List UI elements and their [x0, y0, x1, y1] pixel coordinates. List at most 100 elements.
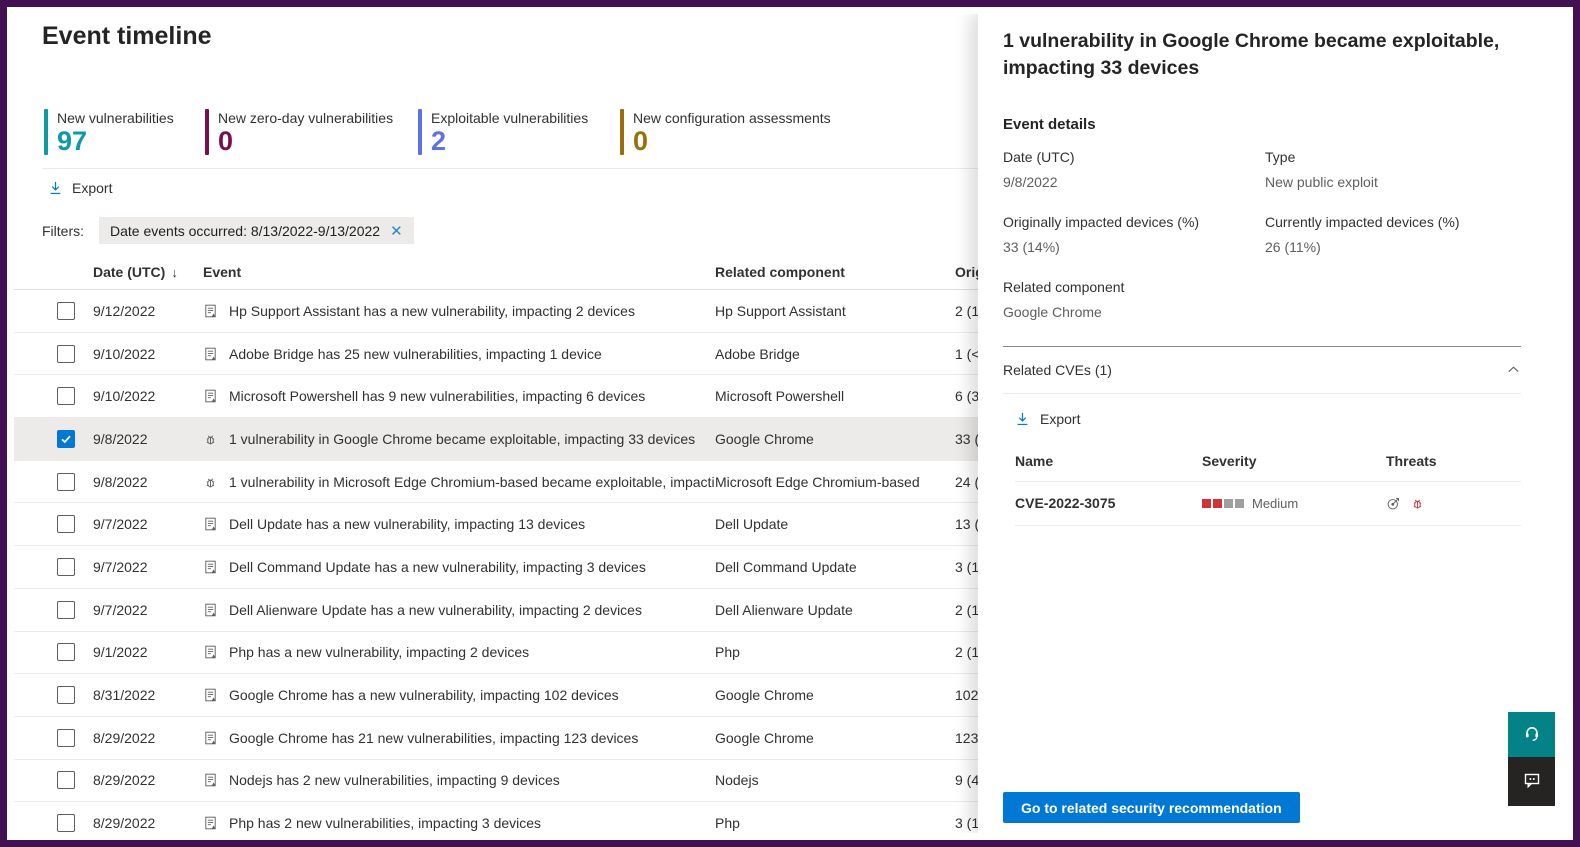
row-checkbox[interactable] — [57, 302, 75, 320]
related-component: Google Chrome — [715, 687, 955, 703]
row-checkbox[interactable] — [57, 729, 75, 747]
related-component: Php — [715, 815, 955, 831]
related-component: Hp Support Assistant — [715, 303, 955, 319]
field-date: Date (UTC) 9/8/2022 — [1003, 149, 1265, 190]
vulnerability-report-icon — [203, 303, 229, 319]
row-checkbox-checked[interactable] — [57, 430, 75, 448]
event-details-panel: 1 vulnerability in Google Chrome became … — [978, 14, 1566, 833]
stat-value: 0 — [633, 127, 831, 155]
stat-label: New vulnerabilities — [57, 110, 174, 126]
row-checkbox[interactable] — [57, 814, 75, 832]
event-description: 1 vulnerability in Google Chrome became … — [229, 431, 715, 447]
stat-accent-bar — [205, 109, 209, 155]
event-date: 9/8/2022 — [93, 474, 203, 490]
stat-accent-bar — [620, 109, 624, 155]
stat-accent-bar — [44, 109, 48, 155]
field-currently-impacted: Currently impacted devices (%) 26 (11%) — [1265, 214, 1521, 255]
related-component: Dell Alienware Update — [715, 602, 955, 618]
export-label: Export — [72, 180, 112, 196]
export-button[interactable]: Export — [48, 180, 112, 196]
field-related-component: Related component Google Chrome — [1003, 279, 1521, 320]
event-description: Php has a new vulnerability, impacting 2… — [229, 644, 715, 660]
vulnerability-report-icon — [203, 730, 229, 746]
event-date: 8/29/2022 — [93, 815, 203, 831]
sort-descending-icon[interactable]: ↓ — [171, 265, 178, 280]
event-date: 8/29/2022 — [93, 730, 203, 746]
event-date: 9/10/2022 — [93, 346, 203, 362]
stat-value: 0 — [218, 127, 393, 155]
event-date: 9/7/2022 — [93, 602, 203, 618]
vulnerability-report-icon — [203, 602, 229, 618]
vulnerability-report-icon — [203, 644, 229, 660]
stat-new-vulnerabilities: New vulnerabilities 97 — [44, 109, 205, 155]
help-support-button[interactable] — [1508, 712, 1555, 757]
threat-icons — [1386, 496, 1521, 511]
stat-accent-bar — [418, 109, 422, 155]
row-checkbox[interactable] — [57, 771, 75, 789]
vulnerability-report-icon — [203, 815, 229, 831]
stat-configuration-assessments: New configuration assessments 0 — [620, 109, 850, 155]
go-to-recommendation-button[interactable]: Go to related security recommendation — [1003, 792, 1300, 823]
window-frame: Event timeline New vulnerabilities 97 Ne… — [0, 0, 1580, 847]
event-date: 9/10/2022 — [93, 388, 203, 404]
event-description: Nodejs has 2 new vulnerabilities, impact… — [229, 772, 715, 788]
stat-value: 97 — [57, 127, 174, 155]
row-checkbox[interactable] — [57, 643, 75, 661]
cves-export-button[interactable]: Export — [1015, 411, 1521, 427]
chevron-up-icon[interactable] — [1506, 362, 1521, 377]
related-component: Microsoft Edge Chromium-based — [715, 474, 955, 490]
row-checkbox[interactable] — [57, 473, 75, 491]
cves-table-header: Name Severity Threats — [1015, 453, 1521, 482]
row-checkbox[interactable] — [57, 558, 75, 576]
related-component: Google Chrome — [715, 431, 955, 447]
related-component: Nodejs — [715, 772, 955, 788]
cve-row[interactable]: CVE-2022-3075 Medium — [1015, 482, 1521, 526]
cves-table: Name Severity Threats CVE-2022-3075 Medi… — [1015, 453, 1521, 526]
related-cves-section-header[interactable]: Related CVEs (1) — [1003, 347, 1521, 394]
cve-id-link[interactable]: CVE-2022-3075 — [1015, 495, 1202, 511]
event-date: 9/8/2022 — [93, 431, 203, 447]
related-component: Dell Update — [715, 516, 955, 532]
download-icon — [1015, 411, 1030, 427]
vulnerability-report-icon — [203, 687, 229, 703]
row-checkbox[interactable] — [57, 345, 75, 363]
date-filter-chip[interactable]: Date events occurred: 8/13/2022-9/13/202… — [99, 217, 414, 244]
related-component: Microsoft Powershell — [715, 388, 955, 404]
column-header-threats: Threats — [1386, 453, 1521, 469]
related-component: Php — [715, 644, 955, 660]
column-header-related-component[interactable]: Related component — [715, 264, 955, 280]
vulnerability-report-icon — [203, 346, 229, 362]
vulnerability-report-icon — [203, 559, 229, 575]
row-checkbox[interactable] — [57, 515, 75, 533]
filter-chip-text: Date events occurred: 8/13/2022-9/13/202… — [110, 223, 380, 239]
related-component: Google Chrome — [715, 730, 955, 746]
column-header-date[interactable]: Date (UTC)↓ — [93, 264, 203, 280]
row-checkbox[interactable] — [57, 387, 75, 405]
stat-exploitable-vulnerabilities: Exploitable vulnerabilities 2 — [418, 109, 620, 155]
stat-label: New configuration assessments — [633, 110, 831, 126]
event-description: Php has 2 new vulnerabilities, impacting… — [229, 815, 715, 831]
event-date: 9/1/2022 — [93, 644, 203, 660]
column-header-event[interactable]: Event — [203, 264, 715, 280]
stat-label: New zero-day vulnerabilities — [218, 110, 393, 126]
severity-label: Medium — [1252, 496, 1298, 511]
event-description: Dell Command Update has a new vulnerabil… — [229, 559, 715, 575]
event-date: 9/7/2022 — [93, 516, 203, 532]
feedback-button[interactable] — [1508, 757, 1555, 806]
field-originally-impacted: Originally impacted devices (%) 33 (14%) — [1003, 214, 1265, 255]
row-checkbox[interactable] — [57, 686, 75, 704]
feedback-chat-icon — [1522, 770, 1542, 793]
related-cves-heading: Related CVEs (1) — [1003, 362, 1112, 378]
exploit-target-icon — [1386, 496, 1401, 511]
event-description: Dell Update has a new vulnerability, imp… — [229, 516, 715, 532]
exploit-bug-icon — [203, 474, 229, 490]
event-description: 1 vulnerability in Microsoft Edge Chromi… — [229, 474, 715, 490]
row-checkbox[interactable] — [57, 601, 75, 619]
event-description: Google Chrome has 21 new vulnerabilities… — [229, 730, 715, 746]
export-label: Export — [1040, 411, 1080, 427]
event-date: 9/7/2022 — [93, 559, 203, 575]
filters-label: Filters: — [42, 223, 84, 239]
stat-label: Exploitable vulnerabilities — [431, 110, 588, 126]
event-date: 8/29/2022 — [93, 772, 203, 788]
remove-filter-icon[interactable]: ✕ — [390, 222, 403, 240]
